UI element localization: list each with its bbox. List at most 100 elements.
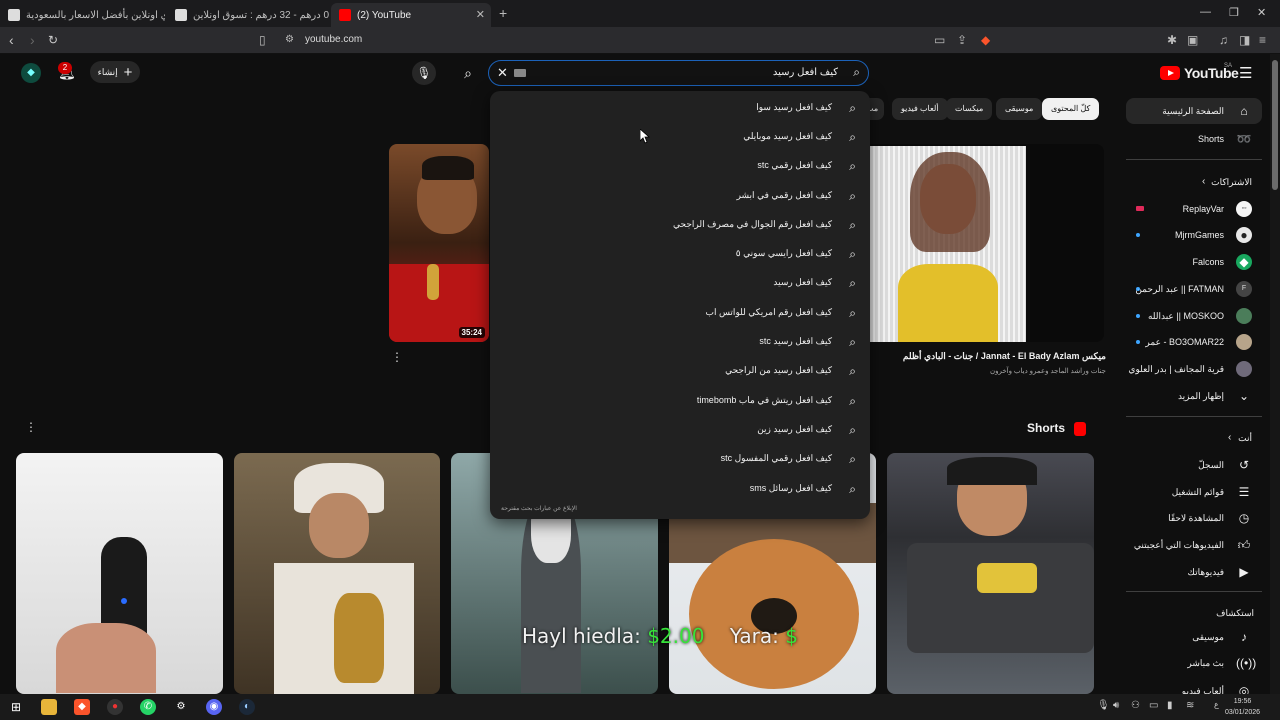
brave-browser-icon[interactable]: ◆ [74, 699, 90, 715]
suggestion-item[interactable]: كيف افعل رسيد زين ⌕ [490, 416, 870, 445]
suggestion-item[interactable]: كيف افعل رقمي المفسول stc ⌕ [490, 445, 870, 474]
subscriptions-header[interactable]: الاشتراكات ‹ [1126, 169, 1262, 195]
short-thumbnail[interactable] [16, 453, 223, 694]
create-button[interactable]: إنشاء + [90, 61, 140, 83]
sidebar-item-channel[interactable]: BO3OMAR22 - عمر [1126, 329, 1262, 355]
video-channel[interactable]: جنات وراشد الماجد وعمرو دياب وآخرون [897, 367, 1106, 375]
minimize-button[interactable]: — [1200, 6, 1211, 18]
restore-button[interactable]: ❐ [1229, 6, 1239, 19]
scrollbar-thumb[interactable] [1272, 60, 1278, 190]
suggestion-item[interactable]: كيف افعل رسيد سوا ⌕ [490, 94, 870, 123]
browser-tab[interactable]: مايك - 0 درهم - 32 درهم : تسوق اونلاين [167, 3, 329, 27]
suggestion-item[interactable]: كيف افعل رسيد من الراجحي ⌕ [490, 357, 870, 386]
show-more-button[interactable]: إظهار المزيد ⌄ [1126, 383, 1262, 409]
suggestion-item[interactable]: كيف افعل رقم الجوال في مصرف الراجحي ⌕ [490, 211, 870, 240]
cast-icon[interactable]: ▭ [934, 33, 945, 47]
sidebar-toggle-icon[interactable]: ◨ [1239, 33, 1250, 47]
short-thumbnail[interactable] [234, 453, 440, 694]
back-button[interactable]: ‹ [9, 32, 14, 48]
search-button[interactable]: ⌕ [456, 61, 480, 85]
video-title[interactable]: ميكس Jannat - El Bady Azlam / جنات - الب… [897, 351, 1106, 362]
chip-mixes[interactable]: ميكسات [946, 98, 993, 120]
media-icon[interactable]: ♫ [1219, 33, 1228, 47]
gamepad-icon: ◎ [1238, 684, 1250, 694]
sidebar-item-gaming[interactable]: ألعاب فيديو ◎ [1126, 678, 1262, 694]
video-thumbnail[interactable]: 35:24 [389, 144, 489, 342]
keyboard-icon[interactable] [514, 69, 526, 77]
sidebar-item-music[interactable]: موسيقى ♪ [1126, 624, 1262, 650]
wallet-icon[interactable]: ▣ [1187, 33, 1198, 47]
sidebar-item-channel[interactable]: FATMAN || عبد الرحمن F [1126, 276, 1262, 302]
battery-tray-icon[interactable]: ▮ [1167, 700, 1173, 711]
suggestion-text: كيف افعل رقمي المفسول stc [720, 453, 832, 463]
sidebar-item-channel[interactable]: MjrmGames ● [1126, 222, 1262, 248]
suggestion-item[interactable]: كيف افعل رسيد ⌕ [490, 269, 870, 298]
chip-gaming[interactable]: ألعاب فيديو [892, 98, 948, 120]
sidebar-item-liked-videos[interactable]: الفيديوهات التي أعجبتني 👍︎ [1126, 532, 1262, 558]
more-options-icon[interactable]: ⋮ [25, 420, 37, 434]
share-icon[interactable]: ⇪ [957, 33, 967, 47]
sidebar-item-channel[interactable]: قرية المجانف | بدر العلوي [1126, 356, 1262, 382]
steam-icon[interactable]: ◐ [239, 699, 255, 715]
menu-icon[interactable]: ≡ [1259, 33, 1266, 47]
shorts-logo-icon [1074, 422, 1086, 436]
suggestion-item[interactable]: كيف افعل رسائل sms ⌕ [490, 475, 870, 504]
display-tray-icon[interactable]: ▭ [1149, 700, 1158, 711]
sidebar-item-home[interactable]: الصفحة الرئيسية ⌂ [1126, 98, 1262, 124]
new-tab-button[interactable]: + [499, 5, 507, 21]
donation-amount: $ [785, 624, 798, 648]
more-options-icon[interactable]: ⋮ [391, 350, 403, 364]
sidebar-item-playlists[interactable]: قوائم التشغيل ☰ [1126, 479, 1262, 505]
you-header[interactable]: أنت ‹ [1126, 425, 1262, 451]
browser-tab-active[interactable]: (2) YouTube ✕ [331, 3, 491, 27]
url-field[interactable]: youtube.com [305, 34, 362, 45]
chip-all[interactable]: كلّ المحتوى [1042, 98, 1100, 120]
browser-tab[interactable]: اشتري اونلاين بأفضل الاسعار بالسعودية [0, 3, 165, 27]
sidebar-item-watch-later[interactable]: المشاهدة لاحقًا ◷ [1126, 505, 1262, 531]
search-input[interactable]: ✕ كيف افعل رسيد ⌕ [488, 60, 869, 86]
whatsapp-icon[interactable]: ✆ [140, 699, 156, 715]
file-explorer-icon[interactable] [41, 699, 57, 715]
sidebar-item-shorts[interactable]: Shorts ➿ [1126, 126, 1262, 152]
sidebar-item-your-videos[interactable]: فيديوهاتك ▶ [1126, 559, 1262, 585]
volume-tray-icon[interactable]: 🔊︎ [1113, 700, 1119, 711]
wifi-tray-icon[interactable]: ≋ [1186, 700, 1194, 711]
windows-start-icon[interactable]: ⊞ [8, 699, 24, 715]
chip-music[interactable]: موسيقى [996, 98, 1043, 120]
discord-icon[interactable]: ◉ [206, 699, 222, 715]
sidebar-item-live[interactable]: بث مباشر ((•)) [1126, 650, 1262, 676]
microphone-tray-icon[interactable]: 🎙︎ [1097, 700, 1110, 711]
video-thumbnail[interactable] [868, 144, 1104, 342]
suggestion-item[interactable]: كيف افعل رقمي stc ⌕ [490, 152, 870, 181]
site-info-icon[interactable]: ⚙ [285, 34, 294, 45]
suggestion-item[interactable]: كيف افعل رايسي سوني ٥ ⌕ [490, 240, 870, 269]
reload-button[interactable]: ↻ [48, 33, 58, 47]
suggestion-item[interactable]: كيف افعل رقم امريكي للواتس اب ⌕ [490, 299, 870, 328]
language-tray-icon[interactable]: ع [1214, 700, 1219, 709]
sidebar-item-channel[interactable]: MOSKOO || عبدالله [1126, 303, 1262, 329]
suggestion-item[interactable]: كيف افعل رسيد stc ⌕ [490, 328, 870, 357]
brave-shields-icon[interactable]: ◆ [981, 33, 990, 47]
report-suggestions-link[interactable]: الإبلاغ عن عبارات بحث مقترحة [501, 505, 577, 512]
system-clock[interactable]: 19:56 03/01/2026 [1225, 696, 1260, 718]
voice-search-button[interactable]: 🎙︎ [412, 61, 436, 85]
close-window-button[interactable]: ✕ [1257, 6, 1266, 19]
suggestion-item[interactable]: كيف افعل رسيد موبايلي ⌕ [490, 123, 870, 152]
suggestion-item[interactable]: كيف افعل رقمي في ابشر ⌕ [490, 182, 870, 211]
extensions-icon[interactable]: ✱ [1167, 33, 1177, 47]
suggestion-item[interactable]: كيف افعل ريتش في ماب timebomb ⌕ [490, 387, 870, 416]
short-thumbnail[interactable] [887, 453, 1094, 694]
sidebar-item-channel[interactable]: ReplayVar ◦◦ [1126, 196, 1262, 222]
screen-recorder-icon[interactable]: ● [107, 699, 123, 715]
clear-search-icon[interactable]: ✕ [497, 65, 508, 81]
close-tab-icon[interactable]: ✕ [476, 8, 485, 21]
network-tray-icon[interactable]: ⚇ [1131, 700, 1140, 711]
sidebar-item-channel[interactable]: Falcons ◆ [1126, 249, 1262, 275]
sidebar-item-history[interactable]: السجلّ ↺ [1126, 452, 1262, 478]
bookmark-icon[interactable]: ▯ [259, 33, 266, 47]
hamburger-menu-icon[interactable]: ☰ [1239, 64, 1252, 82]
suggestion-text: كيف افعل ريتش في ماب timebomb [696, 395, 832, 405]
avatar[interactable]: ◆ [21, 63, 41, 83]
settings-gear-icon[interactable]: ⚙ [173, 699, 189, 715]
forward-button[interactable]: › [30, 32, 35, 48]
